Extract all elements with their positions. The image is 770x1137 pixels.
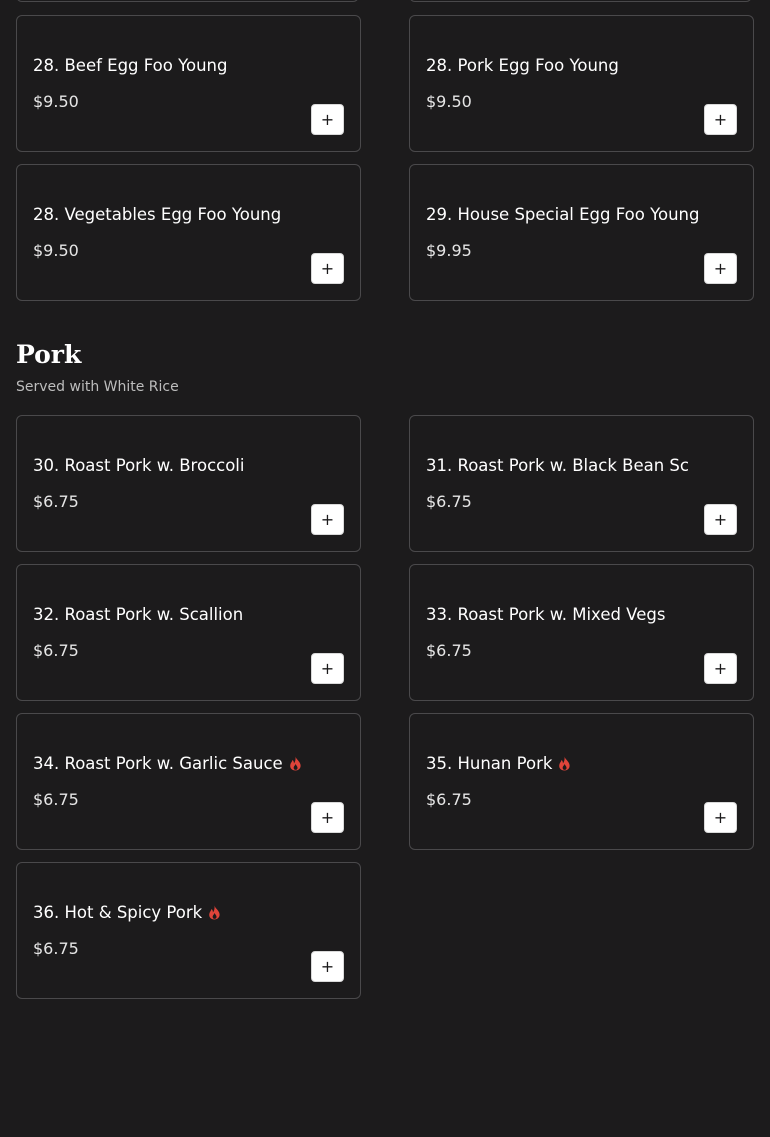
menu-item-card[interactable]: 28. Beef Egg Foo Young $9.50 + [16, 15, 361, 152]
flame-icon [289, 756, 301, 771]
add-to-cart-button[interactable]: + [311, 653, 344, 684]
item-price: $6.75 [33, 939, 79, 958]
plus-icon: + [320, 956, 335, 976]
section-subtitle: Served with White Rice [16, 379, 179, 395]
item-price: $9.95 [426, 241, 472, 260]
item-name: 36. Hot & Spicy Pork [33, 903, 221, 922]
menu-item-card[interactable]: 32. Roast Pork w. Scallion $6.75 + [16, 564, 361, 701]
add-to-cart-button[interactable]: + [704, 104, 737, 135]
add-to-cart-button[interactable]: + [311, 504, 344, 535]
item-name: 33. Roast Pork w. Mixed Vegs [426, 605, 666, 624]
plus-icon: + [320, 807, 335, 827]
item-name: 34. Roast Pork w. Garlic Sauce [33, 754, 302, 773]
add-to-cart-button[interactable]: + [311, 951, 344, 982]
menu-item-card[interactable]: 34. Roast Pork w. Garlic Sauce $6.75 + [16, 713, 361, 850]
section-title: Pork [16, 340, 82, 369]
item-name: 32. Roast Pork w. Scallion [33, 605, 244, 624]
plus-icon: + [713, 658, 728, 678]
pork-items-grid: 30. Roast Pork w. Broccoli $6.75 + 31. R… [16, 415, 754, 999]
item-price: $6.75 [33, 641, 79, 660]
previous-card-edge [409, 0, 752, 2]
item-name: 30. Roast Pork w. Broccoli [33, 456, 245, 475]
item-name: 28. Vegetables Egg Foo Young [33, 205, 282, 224]
egg-foo-young-grid: 28. Beef Egg Foo Young $9.50 + 28. Pork … [16, 15, 754, 301]
item-name: 28. Pork Egg Foo Young [426, 56, 619, 75]
item-name: 31. Roast Pork w. Black Bean Sc [426, 456, 689, 475]
item-price: $6.75 [426, 641, 472, 660]
item-price: $9.50 [33, 92, 79, 111]
menu-item-card[interactable]: 29. House Special Egg Foo Young $9.95 + [409, 164, 754, 301]
item-name: 28. Beef Egg Foo Young [33, 56, 228, 75]
add-to-cart-button[interactable]: + [704, 504, 737, 535]
plus-icon: + [320, 109, 335, 129]
menu-item-card[interactable]: 35. Hunan Pork $6.75 + [409, 713, 754, 850]
menu-item-card[interactable]: 28. Pork Egg Foo Young $9.50 + [409, 15, 754, 152]
item-price: $6.75 [33, 790, 79, 809]
add-to-cart-button[interactable]: + [704, 253, 737, 284]
add-to-cart-button[interactable]: + [311, 802, 344, 833]
menu-item-card[interactable]: 30. Roast Pork w. Broccoli $6.75 + [16, 415, 361, 552]
item-price: $9.50 [33, 241, 79, 260]
item-price: $9.50 [426, 92, 472, 111]
item-name: 35. Hunan Pork [426, 754, 571, 773]
menu-item-card[interactable]: 31. Roast Pork w. Black Bean Sc $6.75 + [409, 415, 754, 552]
flame-icon [209, 905, 220, 920]
item-name: 29. House Special Egg Foo Young [426, 205, 700, 224]
previous-card-edge [16, 0, 359, 2]
plus-icon: + [713, 258, 728, 278]
plus-icon: + [320, 658, 335, 678]
menu-page: 28. Beef Egg Foo Young $9.50 + 28. Pork … [0, 0, 770, 1137]
plus-icon: + [320, 258, 335, 278]
menu-item-card[interactable]: 28. Vegetables Egg Foo Young $9.50 + [16, 164, 361, 301]
plus-icon: + [713, 807, 728, 827]
item-price: $6.75 [33, 492, 79, 511]
plus-icon: + [713, 109, 728, 129]
add-to-cart-button[interactable]: + [704, 802, 737, 833]
plus-icon: + [713, 509, 728, 529]
add-to-cart-button[interactable]: + [704, 653, 737, 684]
menu-item-card[interactable]: 36. Hot & Spicy Pork $6.75 + [16, 862, 361, 999]
add-to-cart-button[interactable]: + [311, 253, 344, 284]
plus-icon: + [320, 509, 335, 529]
item-price: $6.75 [426, 790, 472, 809]
menu-item-card[interactable]: 33. Roast Pork w. Mixed Vegs $6.75 + [409, 564, 754, 701]
add-to-cart-button[interactable]: + [311, 104, 344, 135]
item-price: $6.75 [426, 492, 472, 511]
flame-icon [559, 756, 571, 771]
